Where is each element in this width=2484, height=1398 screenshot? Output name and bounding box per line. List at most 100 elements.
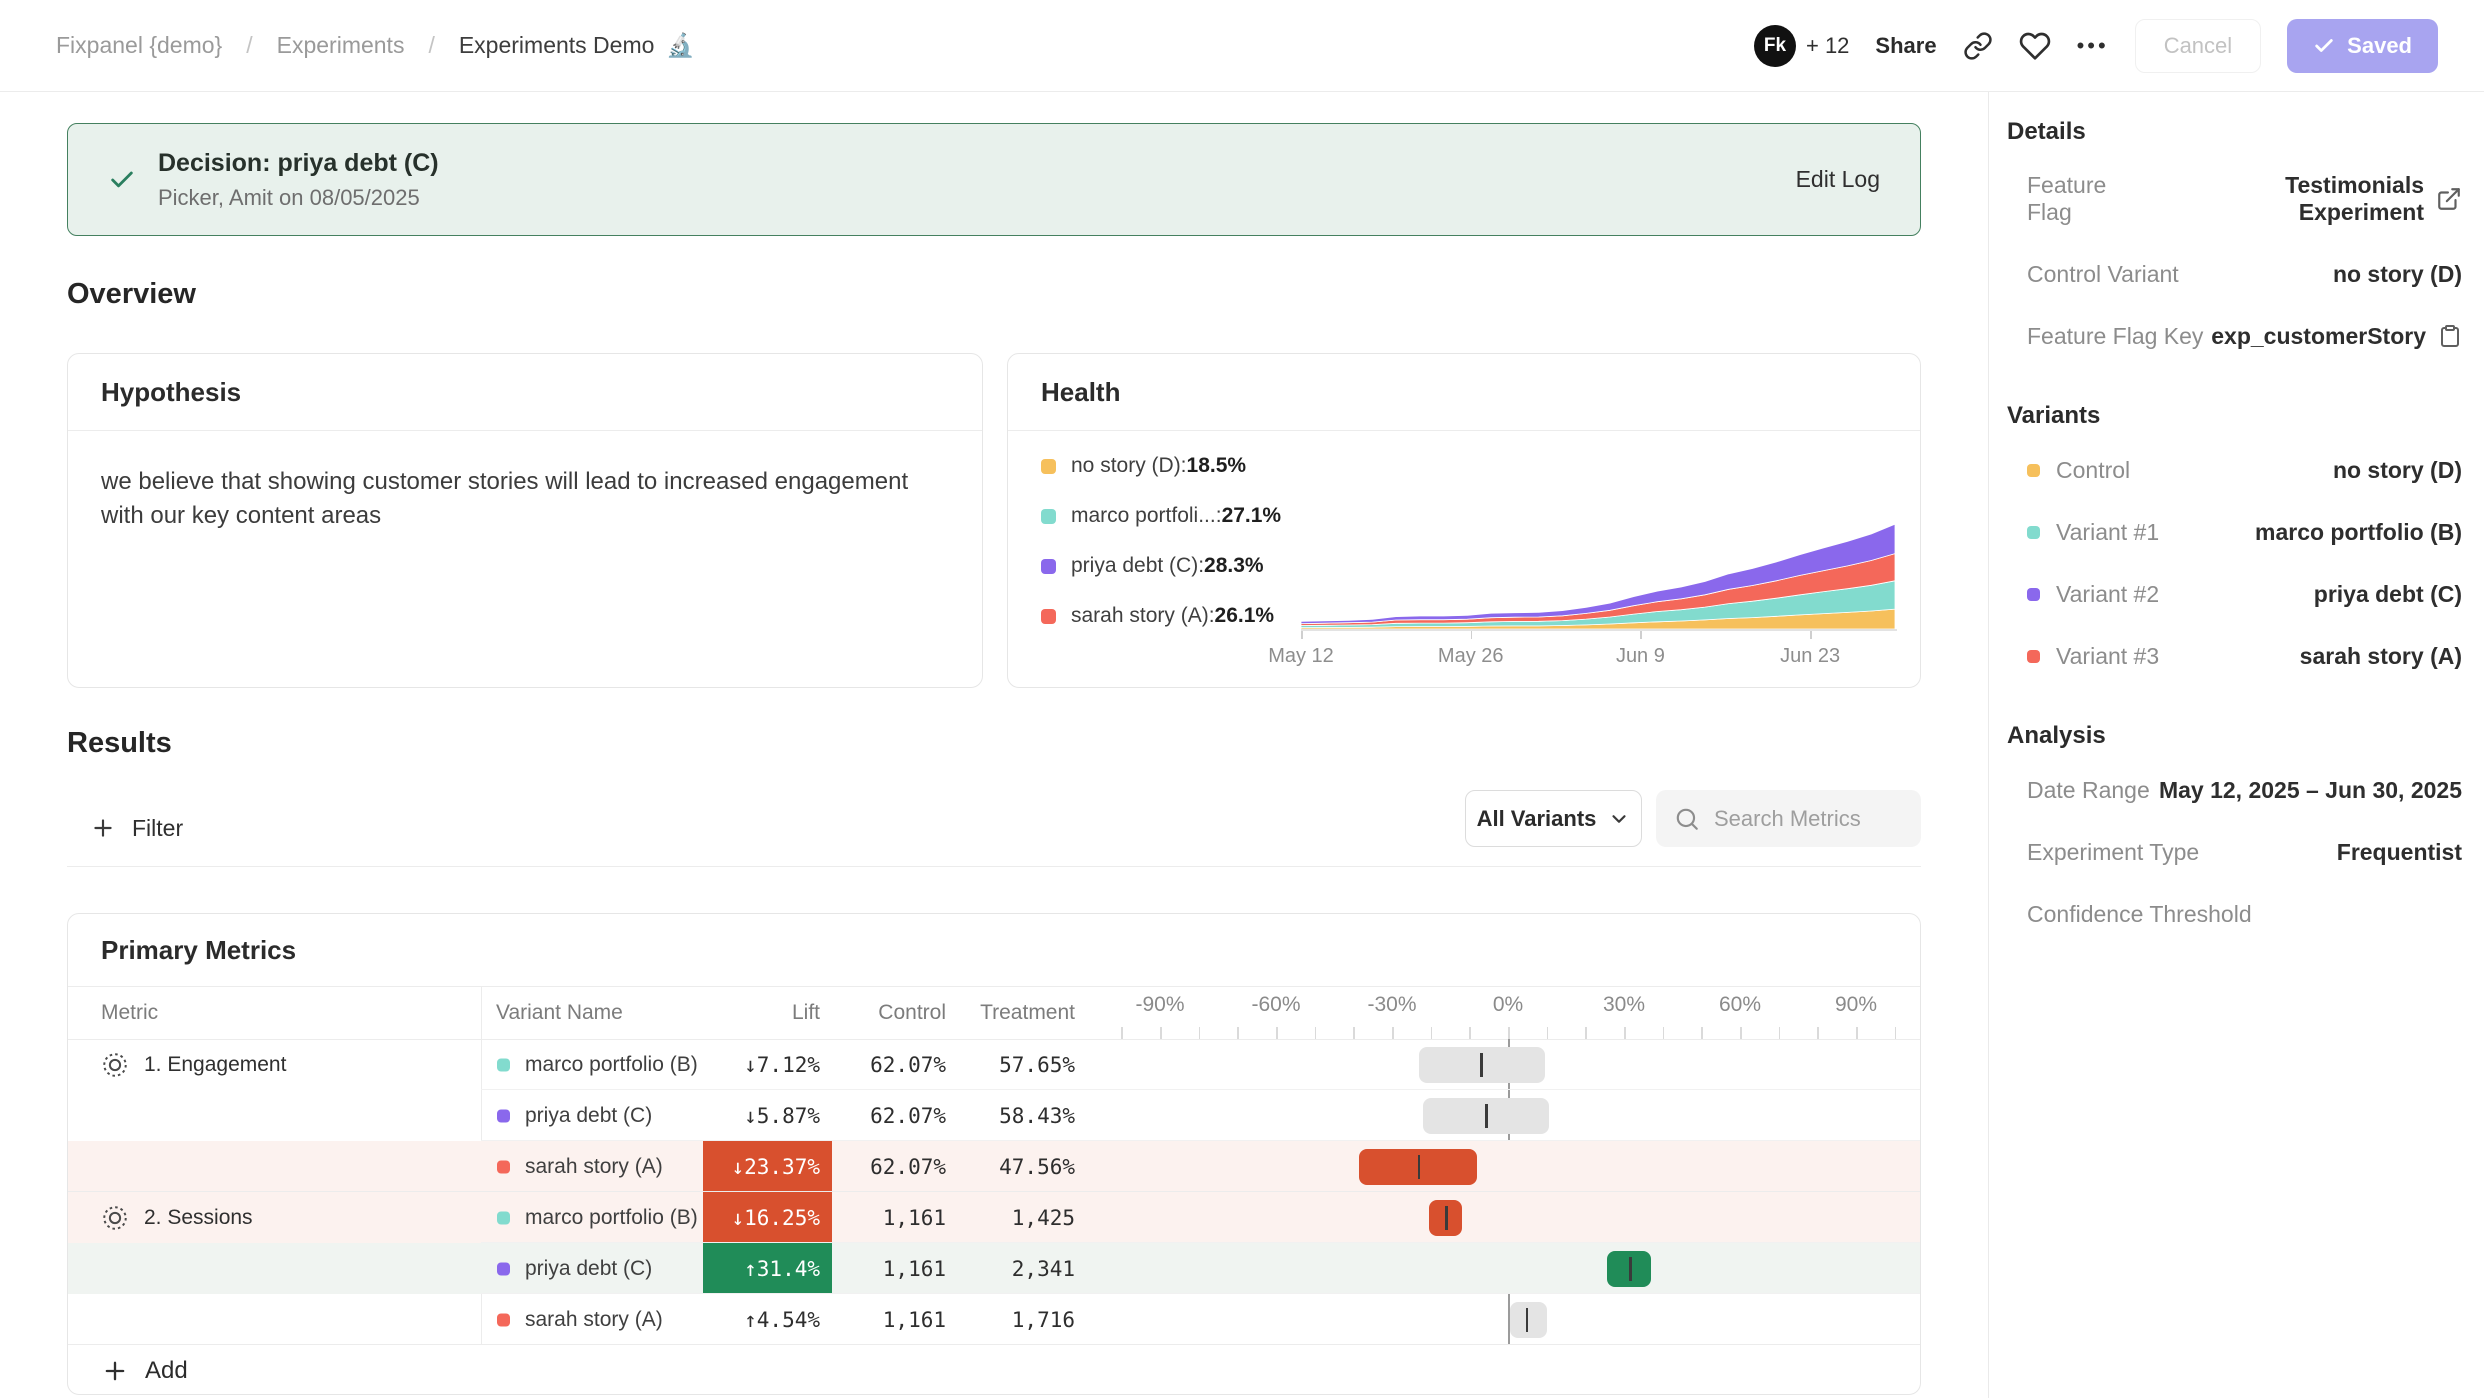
top-bar: Fixpanel {demo} / Experiments / Experime… bbox=[0, 0, 2484, 92]
microscope-emoji: 🔬 bbox=[666, 32, 695, 59]
lift-cell: ↓23.37% bbox=[703, 1141, 832, 1192]
collaborator-count[interactable]: + 12 bbox=[1806, 33, 1849, 59]
confidence-interval-cell bbox=[1101, 1141, 1901, 1192]
variant-swatch bbox=[497, 1211, 510, 1224]
variant-swatch bbox=[2027, 650, 2040, 663]
ci-point-estimate-mark bbox=[1480, 1053, 1483, 1077]
external-link-icon[interactable] bbox=[2436, 186, 2462, 212]
variant-swatch bbox=[497, 1262, 510, 1275]
ci-point-estimate-mark bbox=[1526, 1308, 1529, 1332]
legend-swatch bbox=[1041, 509, 1056, 524]
confidence-interval-cell bbox=[1101, 1294, 1901, 1345]
link-icon[interactable] bbox=[1963, 31, 1993, 61]
avatar[interactable]: Fk bbox=[1754, 25, 1796, 67]
breadcrumb-separator: / bbox=[246, 32, 252, 59]
column-header-treatment: Treatment bbox=[948, 987, 1075, 1039]
table-row[interactable]: priya debt (C) ↑31.4% 1,161 2,341 bbox=[68, 1243, 1921, 1294]
search-metrics-input[interactable] bbox=[1714, 806, 1894, 832]
variant-row-3: Variant #3 sarah story (A) bbox=[2027, 642, 2462, 670]
column-header-control: Control bbox=[828, 987, 946, 1039]
feature-flag-link[interactable]: Testimonials Experiment bbox=[2156, 172, 2424, 226]
column-header-metric: Metric bbox=[101, 987, 158, 1039]
metric-cell: 2. Sessions bbox=[101, 1192, 253, 1243]
column-header-variant: Variant Name bbox=[496, 987, 623, 1039]
table-row[interactable]: priya debt (C) ↓5.87% 62.07% 58.43% bbox=[68, 1090, 1921, 1141]
breadcrumb-project[interactable]: Fixpanel {demo} bbox=[56, 32, 222, 59]
axis-tick-ruler bbox=[1101, 1026, 1901, 1039]
results-heading: Results bbox=[67, 727, 172, 760]
table-row[interactable]: sarah story (A) ↑4.54% 1,161 1,716 bbox=[68, 1294, 1921, 1345]
legend-item: no story (D): 18.5% bbox=[1041, 454, 1281, 478]
health-title: Health bbox=[1008, 354, 1920, 431]
confidence-interval-cell bbox=[1101, 1192, 1901, 1243]
variant-row-1: Variant #1 marco portfolio (B) bbox=[2027, 518, 2462, 546]
share-button[interactable]: Share bbox=[1875, 33, 1936, 59]
variant-swatch bbox=[2027, 526, 2040, 539]
variant-swatch bbox=[2027, 588, 2040, 601]
experiment-dashboard: Fixpanel {demo} / Experiments / Experime… bbox=[0, 0, 2484, 1398]
treatment-cell: 58.43% bbox=[958, 1090, 1075, 1141]
overview-heading: Overview bbox=[67, 278, 196, 311]
lift-cell: ↓16.25% bbox=[703, 1192, 832, 1243]
search-icon bbox=[1674, 806, 1700, 832]
variant-swatch bbox=[497, 1109, 510, 1122]
divider bbox=[67, 866, 1921, 867]
more-options-button[interactable]: ••• bbox=[2077, 33, 2109, 59]
hypothesis-body: we believe that showing customer stories… bbox=[68, 431, 982, 533]
variants-dropdown[interactable]: All Variants bbox=[1465, 790, 1642, 847]
table-row[interactable]: 1. Engagement marco portfolio (B) ↓7.12%… bbox=[68, 1039, 1921, 1090]
variant-name: sarah story (A) bbox=[525, 1294, 663, 1345]
plus-icon bbox=[90, 815, 116, 841]
control-cell: 1,161 bbox=[838, 1294, 946, 1345]
date-range-row: Date Range May 12, 2025 – Jun 30, 2025 bbox=[2027, 776, 2462, 804]
control-variant-row: Control Variant no story (D) bbox=[2027, 260, 2462, 288]
favorite-heart-icon[interactable] bbox=[2019, 30, 2051, 62]
variant-row-control: Control no story (D) bbox=[2027, 456, 2462, 484]
confidence-interval-bar bbox=[1510, 1302, 1547, 1338]
lift-cell: ↓5.87% bbox=[703, 1090, 832, 1141]
ci-point-estimate-mark bbox=[1418, 1155, 1421, 1179]
treatment-cell: 1,425 bbox=[958, 1192, 1075, 1243]
decision-title: Decision: priya debt (C) bbox=[158, 149, 439, 178]
edit-log-button[interactable]: Edit Log bbox=[1796, 166, 1880, 193]
treatment-cell: 57.65% bbox=[958, 1039, 1075, 1090]
variant-row-2: Variant #2 priya debt (C) bbox=[2027, 580, 2462, 608]
saved-button[interactable]: Saved bbox=[2287, 19, 2438, 73]
variant-swatch bbox=[2027, 464, 2040, 477]
metric-cell: 1. Engagement bbox=[101, 1039, 286, 1090]
ci-point-estimate-mark bbox=[1485, 1104, 1488, 1128]
details-heading: Details bbox=[2007, 118, 2462, 146]
feature-flag-row: Feature Flag Testimonials Experiment bbox=[2027, 172, 2462, 226]
breadcrumb-separator: / bbox=[428, 32, 434, 59]
variant-name: sarah story (A) bbox=[525, 1141, 663, 1192]
plus-icon bbox=[101, 1357, 129, 1385]
control-cell: 62.07% bbox=[838, 1039, 946, 1090]
confidence-axis-header: -90% -60% -30% 0% 30% 60% 90% bbox=[1101, 987, 1901, 1039]
copy-clipboard-icon[interactable] bbox=[2438, 324, 2462, 348]
confidence-interval-cell bbox=[1101, 1243, 1901, 1294]
legend-item: sarah story (A): 26.1% bbox=[1041, 604, 1281, 628]
decision-banner: Decision: priya debt (C) Picker, Amit on… bbox=[67, 123, 1921, 236]
search-metrics-box bbox=[1656, 790, 1921, 847]
control-cell: 62.07% bbox=[838, 1090, 946, 1141]
table-row[interactable]: sarah story (A) ↓23.37% 62.07% 47.56% bbox=[68, 1141, 1921, 1192]
details-sidebar: Details Feature Flag Testimonials Experi… bbox=[1988, 92, 2484, 1398]
legend-swatch bbox=[1041, 459, 1056, 474]
confidence-interval-cell bbox=[1101, 1039, 1901, 1090]
filter-button[interactable]: Filter bbox=[90, 800, 183, 856]
control-cell: 62.07% bbox=[838, 1141, 946, 1192]
ci-point-estimate-mark bbox=[1629, 1257, 1632, 1281]
health-legend: no story (D): 18.5% marco portfoli...: 2… bbox=[1041, 454, 1281, 654]
hypothesis-card: Hypothesis we believe that showing custo… bbox=[67, 353, 983, 688]
control-cell: 1,161 bbox=[838, 1192, 946, 1243]
table-row[interactable]: 2. Sessions marco portfolio (B) ↓16.25% … bbox=[68, 1192, 1921, 1243]
treatment-cell: 1,716 bbox=[958, 1294, 1075, 1345]
lift-cell: ↑31.4% bbox=[703, 1243, 832, 1294]
add-metric-button[interactable]: Add bbox=[68, 1345, 1921, 1395]
breadcrumb-experiments[interactable]: Experiments bbox=[277, 32, 405, 59]
metric-goal-icon bbox=[101, 1204, 129, 1232]
cancel-button[interactable]: Cancel bbox=[2135, 19, 2261, 73]
experiment-type-row: Experiment Type Frequentist bbox=[2027, 838, 2462, 866]
variant-name: priya debt (C) bbox=[525, 1243, 652, 1294]
lift-cell: ↑4.54% bbox=[703, 1294, 832, 1345]
